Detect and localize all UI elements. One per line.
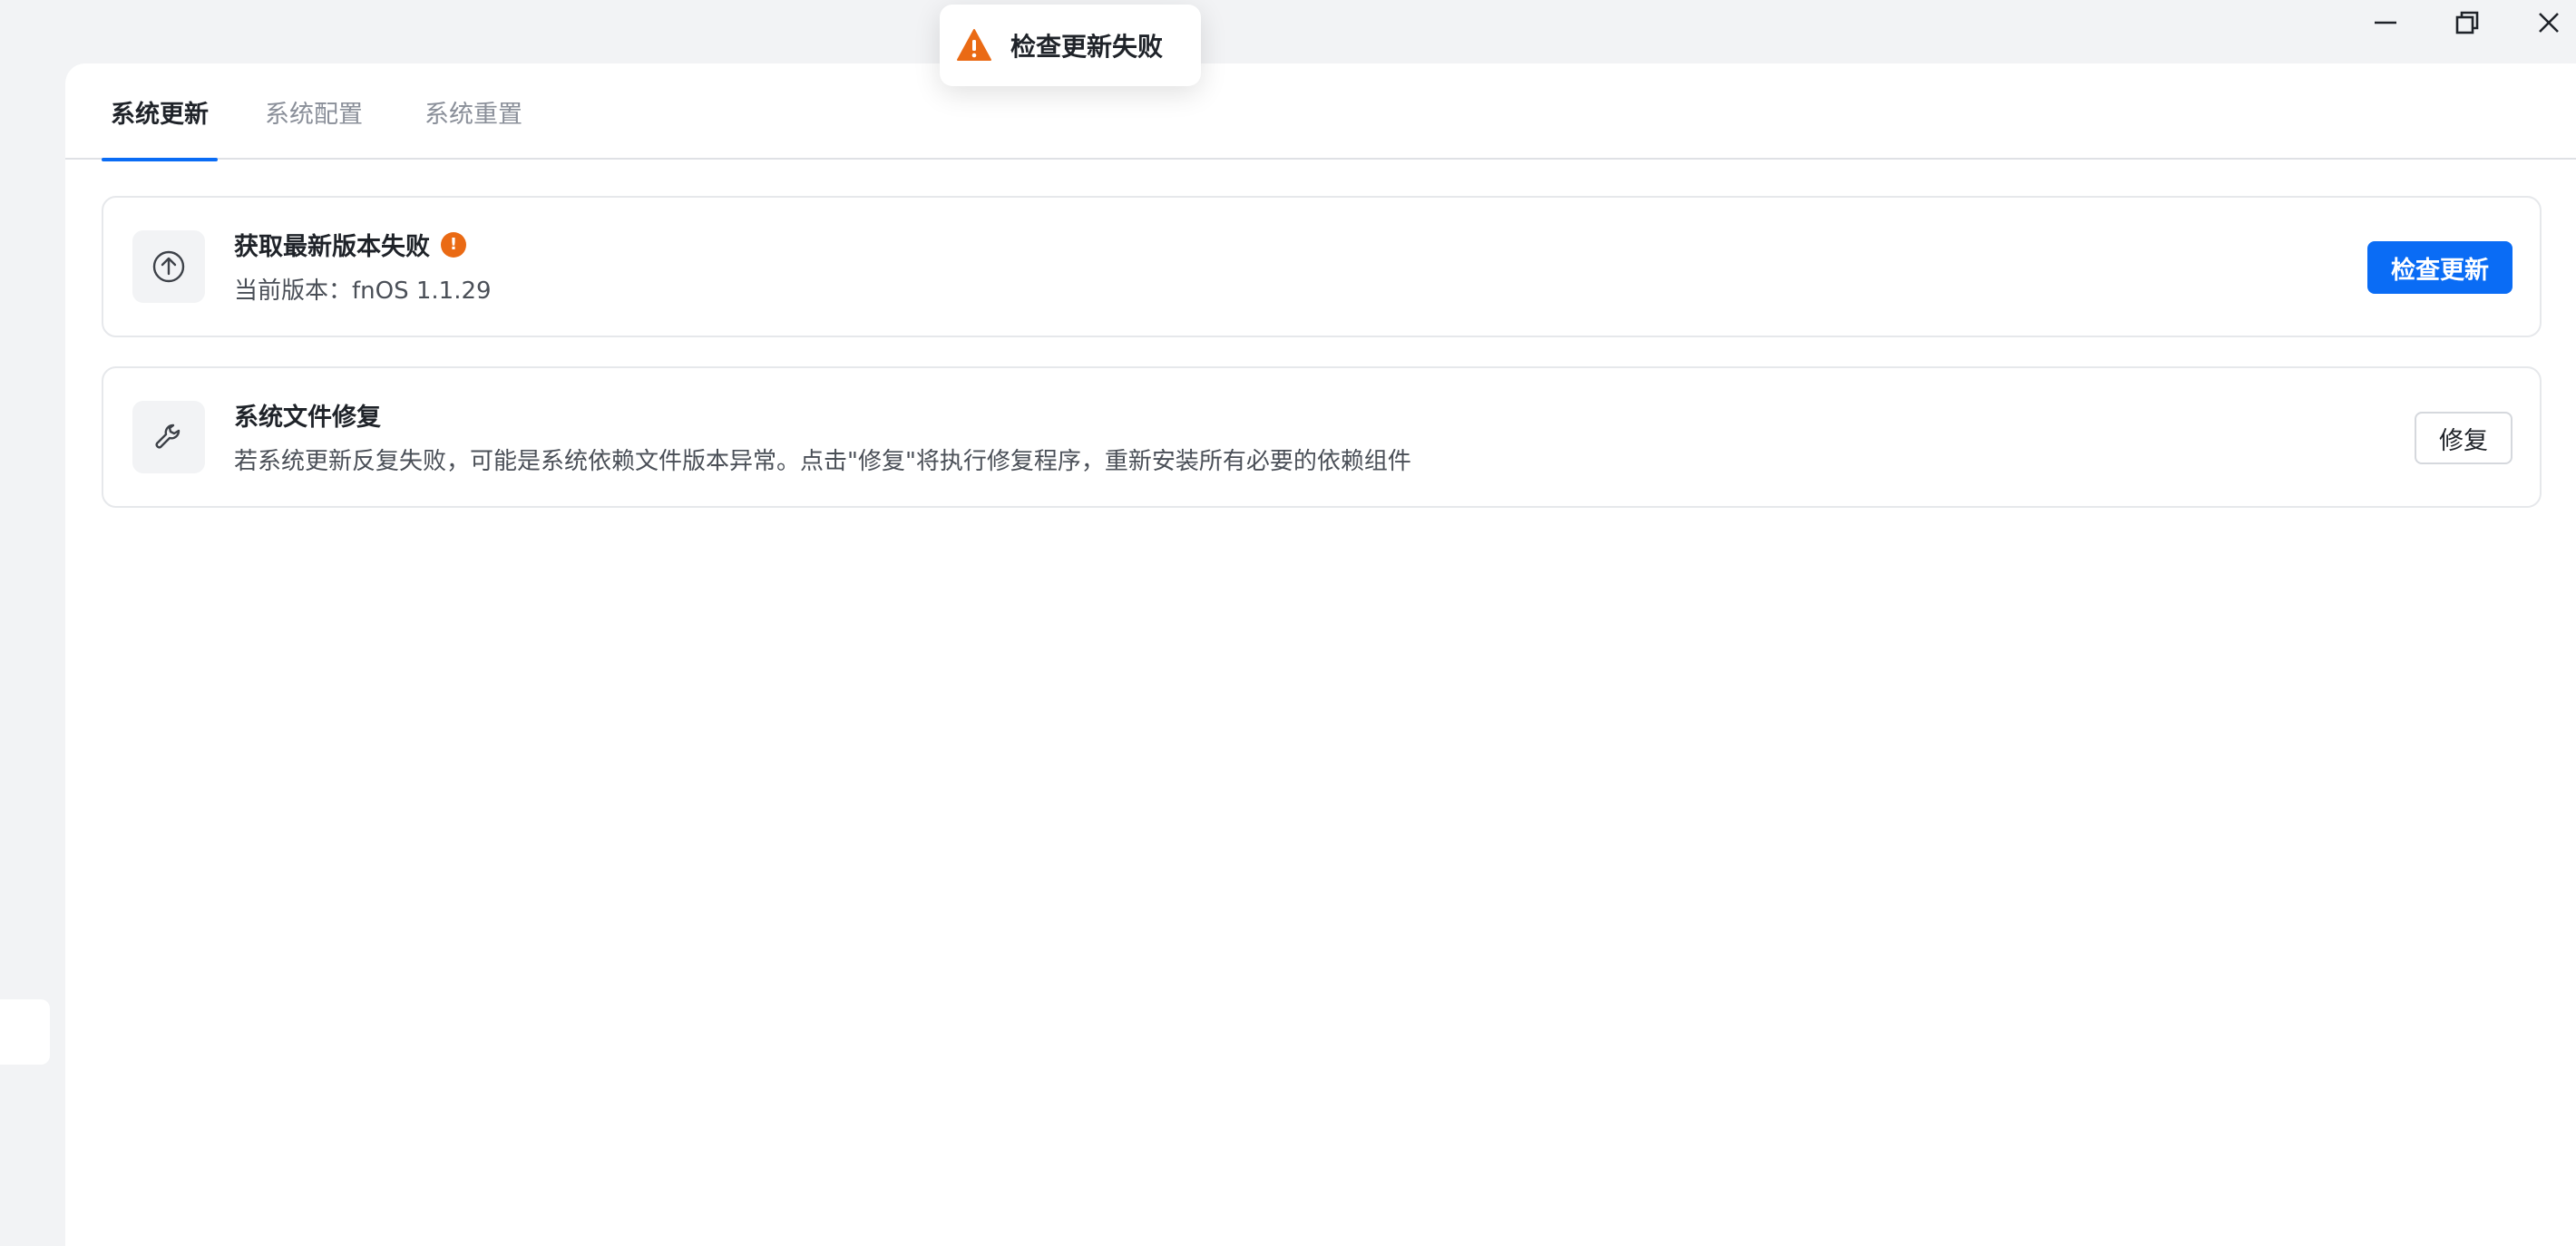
minimize-icon	[2375, 21, 2396, 24]
repair-card: 系统文件修复 若系统更新反复失败，可能是系统依赖文件版本异常。点击"修复"将执行…	[102, 366, 2542, 508]
tab-system-reset[interactable]: 系统重置	[419, 63, 528, 160]
tab-system-update[interactable]: 系统更新	[102, 63, 218, 161]
wrench-icon	[132, 401, 205, 473]
update-card: 获取最新版本失败 ! 当前版本：fnOS 1.1.29 检查更新	[102, 196, 2542, 337]
repair-button[interactable]: 修复	[2415, 412, 2513, 464]
close-button[interactable]	[2508, 0, 2576, 45]
toast-message: 检查更新失败	[1010, 32, 1164, 62]
restore-icon	[2455, 11, 2479, 34]
minimize-button[interactable]	[2345, 0, 2426, 45]
repair-title: 系统文件修复	[234, 404, 381, 432]
update-status-text: 获取最新版本失败	[234, 233, 430, 261]
side-panel-stub	[0, 999, 50, 1065]
arrow-up-circle-icon	[132, 230, 205, 303]
check-update-button[interactable]: 检查更新	[2367, 241, 2513, 294]
restore-button[interactable]	[2426, 0, 2508, 45]
close-icon	[2539, 13, 2559, 33]
error-toast: 检查更新失败	[940, 5, 1201, 86]
settings-panel: 系统更新 系统配置 系统重置 获取最新版本失败 ! 当前版本：fnOS 1.1.…	[65, 63, 2576, 1246]
repair-description: 若系统更新反复失败，可能是系统依赖文件版本异常。点击"修复"将执行修复程序，重新…	[234, 448, 1411, 475]
update-status-title: 获取最新版本失败 !	[234, 227, 466, 262]
current-version: 当前版本：fnOS 1.1.29	[234, 277, 492, 305]
tab-system-config[interactable]: 系统配置	[259, 63, 368, 160]
warning-dot-icon: !	[441, 231, 466, 258]
tab-bar: 系统更新 系统配置 系统重置	[65, 63, 2576, 161]
warning-triangle-icon	[957, 29, 991, 61]
